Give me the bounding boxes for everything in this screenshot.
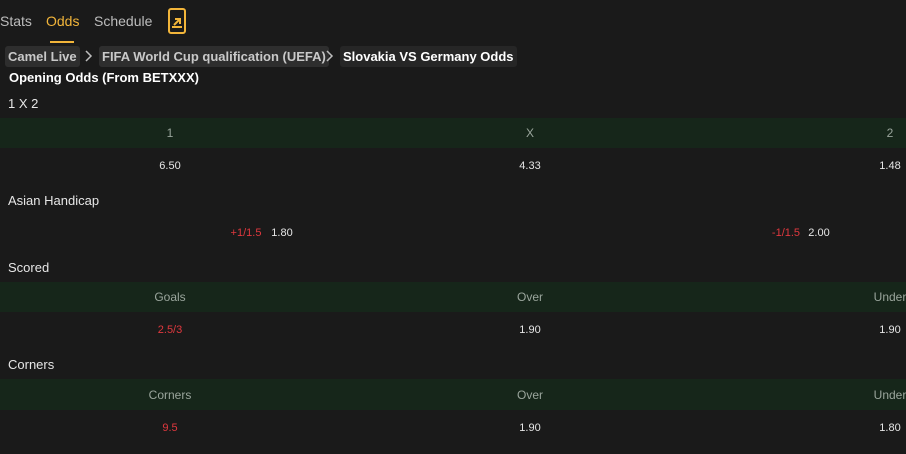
goals-over-odds[interactable]: 1.90 [500,324,560,336]
handicap-home-odds[interactable]: 1.80 [264,227,300,239]
odds-draw[interactable]: 4.33 [510,160,550,172]
odds-away[interactable]: 1.48 [870,160,906,172]
market-header-corners: Corners Over Under [0,379,906,410]
corners-under-odds[interactable]: 1.80 [860,422,906,434]
header-under: Under [873,388,906,402]
goals-line: 2.5/3 [157,324,183,336]
header-corners: Corners [148,388,192,402]
tab-schedule[interactable]: Schedule [94,13,152,29]
breadcrumb-competition[interactable]: FIFA World Cup qualification (UEFA) [99,46,329,67]
market-title-scored: Scored [8,260,50,275]
odds-home[interactable]: 6.50 [150,160,190,172]
header-goals: Goals [154,290,186,304]
market-header-scored: Goals Over Under [0,282,906,312]
market-header-1x2: 1 X 2 [0,118,906,148]
odds-tabs: Stats Odds Schedule [0,0,906,44]
header-over: Over [516,388,543,402]
tab-stats[interactable]: Stats [0,13,32,29]
handicap-away-line: -1/1.5 [771,227,801,239]
header-under: Under [873,290,906,304]
handicap-home-line: +1/1.5 [230,227,262,239]
goals-under-odds[interactable]: 1.90 [860,324,906,336]
header-over: Over [516,290,543,304]
handicap-away-odds[interactable]: 2.00 [801,227,837,239]
chevron-right-icon [326,50,334,62]
share-arrow-icon [172,18,182,28]
opening-odds-title: Opening Odds (From BETXXX) [9,70,199,85]
market-title-asian-handicap: Asian Handicap [8,193,100,208]
market-title-1x2: 1 X 2 [8,96,39,111]
market-title-corners: Corners [8,357,55,372]
corners-line: 9.5 [162,422,178,434]
header-draw: X [525,126,534,140]
tab-odds[interactable]: Odds [46,13,79,29]
corners-over-odds[interactable]: 1.90 [500,422,560,434]
chevron-right-icon [85,50,93,62]
breadcrumb-home[interactable]: Camel Live [5,46,80,67]
share-button[interactable] [168,8,186,34]
header-home: 1 [166,126,174,140]
breadcrumb-current: Slovakia VS Germany Odds [340,46,517,67]
header-away: 2 [886,126,894,140]
active-tab-indicator [50,41,74,43]
